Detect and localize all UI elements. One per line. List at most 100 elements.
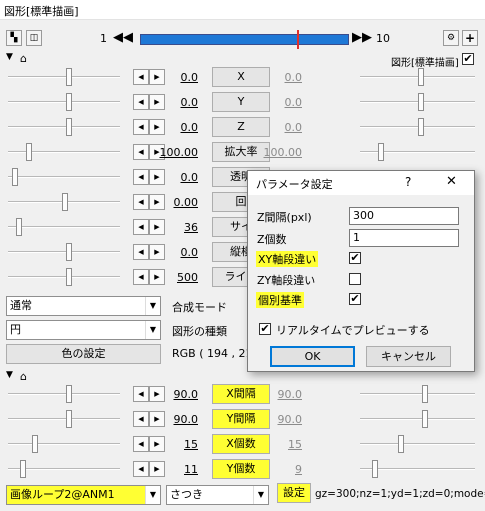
param-value[interactable]: 0.00 xyxy=(158,196,199,209)
anim-param-value[interactable]: 90.0 xyxy=(158,388,199,401)
add-filter-button[interactable]: + xyxy=(462,30,478,46)
color-settings-button[interactable]: 色の設定 xyxy=(6,344,161,364)
last-frame-button[interactable]: ▶▶ xyxy=(352,30,372,46)
shape-type-label: 図形の種類 xyxy=(172,325,227,338)
anim-param-value[interactable]: 11 xyxy=(158,463,198,476)
slider-track[interactable] xyxy=(360,443,475,445)
param-value[interactable]: 0.0 xyxy=(158,246,199,259)
timeline-cursor[interactable] xyxy=(297,30,299,49)
slider-thumb[interactable] xyxy=(32,435,38,453)
timeline-bar[interactable] xyxy=(140,30,349,49)
slider-thumb[interactable] xyxy=(418,93,424,111)
chevron-left-icon[interactable]: ◀ xyxy=(133,69,149,85)
slider-thumb[interactable] xyxy=(66,268,72,286)
shape-type-value: 円 xyxy=(10,323,21,336)
settings-button[interactable]: 設定 xyxy=(277,483,311,503)
shape-type-select[interactable]: 円 ▼ xyxy=(6,320,161,340)
slider-thumb[interactable] xyxy=(66,243,72,261)
anim-param-end-value[interactable]: 90.0 xyxy=(262,413,303,426)
help-button[interactable]: ? xyxy=(405,175,411,189)
chevron-left-icon[interactable]: ◀ xyxy=(133,144,149,160)
close-icon[interactable]: ✕ xyxy=(446,174,457,189)
xy-offset-checkbox[interactable]: ✔ xyxy=(349,252,361,264)
slider-track[interactable] xyxy=(8,151,120,153)
param-value[interactable]: 100.00 xyxy=(158,146,199,159)
animation-sub-select[interactable]: さつき ▼ xyxy=(166,485,269,505)
anim-param-end-value[interactable]: 90.0 xyxy=(262,388,303,401)
slider-thumb[interactable] xyxy=(12,168,18,186)
z-gap-input[interactable]: 300 xyxy=(349,207,459,225)
slider-thumb[interactable] xyxy=(422,385,428,403)
param-value[interactable]: 0.0 xyxy=(158,96,199,109)
slider-thumb[interactable] xyxy=(16,218,22,236)
keyframe-icon[interactable]: ▚ xyxy=(6,30,22,46)
slider-track[interactable] xyxy=(8,126,120,128)
param-value[interactable]: 36 xyxy=(158,221,198,234)
slider-thumb[interactable] xyxy=(26,143,32,161)
slider-track[interactable] xyxy=(360,393,475,395)
slider-thumb[interactable] xyxy=(422,410,428,428)
slider-thumb[interactable] xyxy=(398,435,404,453)
individual-base-checkbox[interactable]: ✔ xyxy=(349,293,361,305)
gear-icon[interactable]: ⚙ xyxy=(443,30,459,46)
chevron-left-icon[interactable]: ◀ xyxy=(133,461,149,477)
param-end-value[interactable]: 0.0 xyxy=(262,96,303,109)
animation-effect-select[interactable]: 画像ループ2@ANM1 ▼ xyxy=(6,485,161,505)
slider-track[interactable] xyxy=(8,76,120,78)
chevron-left-icon[interactable]: ◀ xyxy=(133,244,149,260)
slider-track[interactable] xyxy=(8,226,120,228)
slider-thumb[interactable] xyxy=(62,193,68,211)
param-value[interactable]: 500 xyxy=(158,271,198,284)
collapse-icon[interactable]: ▼ xyxy=(6,370,13,380)
chevron-left-icon[interactable]: ◀ xyxy=(133,436,149,452)
blend-mode-select[interactable]: 通常 ▼ xyxy=(6,296,161,316)
param-end-value[interactable]: 100.00 xyxy=(262,146,303,159)
chevron-left-icon[interactable]: ◀ xyxy=(133,94,149,110)
slider-track[interactable] xyxy=(360,418,475,420)
anim-param-end-value[interactable]: 15 xyxy=(262,438,302,451)
slider-thumb[interactable] xyxy=(66,385,72,403)
param-end-value[interactable]: 0.0 xyxy=(262,121,303,134)
anim-param-value[interactable]: 90.0 xyxy=(158,413,199,426)
chevron-left-icon[interactable]: ◀ xyxy=(133,269,149,285)
slider-track[interactable] xyxy=(8,443,120,445)
slider-track[interactable] xyxy=(8,101,120,103)
slider-track[interactable] xyxy=(8,176,120,178)
first-frame-button[interactable]: ◀◀ xyxy=(113,30,133,46)
anim-param-value[interactable]: 15 xyxy=(158,438,198,451)
chevron-left-icon[interactable]: ◀ xyxy=(133,119,149,135)
anim-param-end-value[interactable]: 9 xyxy=(262,463,302,476)
slider-track[interactable] xyxy=(8,276,120,278)
chevron-left-icon[interactable]: ◀ xyxy=(133,411,149,427)
zy-offset-checkbox[interactable] xyxy=(349,273,361,285)
slider-track[interactable] xyxy=(8,418,120,420)
slider-thumb[interactable] xyxy=(66,68,72,86)
slider-track[interactable] xyxy=(8,393,120,395)
slider-thumb[interactable] xyxy=(418,68,424,86)
chevron-left-icon[interactable]: ◀ xyxy=(133,386,149,402)
zy-offset-label: ZY軸段違い xyxy=(257,274,316,287)
param-value[interactable]: 0.0 xyxy=(158,121,199,134)
z-count-input[interactable]: 1 xyxy=(349,229,459,247)
slider-thumb[interactable] xyxy=(418,118,424,136)
param-value[interactable]: 0.0 xyxy=(158,71,199,84)
slider-thumb[interactable] xyxy=(20,460,26,478)
object-enable-checkbox[interactable]: ✔ xyxy=(462,53,474,65)
chevron-left-icon[interactable]: ◀ xyxy=(133,169,149,185)
slider-thumb[interactable] xyxy=(66,93,72,111)
chevron-left-icon[interactable]: ◀ xyxy=(133,219,149,235)
slider-thumb[interactable] xyxy=(66,118,72,136)
camera-icon[interactable]: ◫ xyxy=(26,30,42,46)
cancel-button[interactable]: キャンセル xyxy=(366,346,451,367)
chevron-left-icon[interactable]: ◀ xyxy=(133,194,149,210)
params-text: gz=300;nz=1;yd=1;zd=0;mode= xyxy=(315,488,485,500)
slider-track[interactable] xyxy=(8,251,120,253)
slider-thumb[interactable] xyxy=(372,460,378,478)
slider-thumb[interactable] xyxy=(378,143,384,161)
ok-button[interactable]: OK xyxy=(270,346,355,367)
slider-thumb[interactable] xyxy=(66,410,72,428)
collapse-icon[interactable]: ▼ xyxy=(6,52,13,62)
param-value[interactable]: 0.0 xyxy=(158,171,199,184)
realtime-preview-checkbox[interactable]: ✔ xyxy=(259,323,271,335)
param-end-value[interactable]: 0.0 xyxy=(262,71,303,84)
